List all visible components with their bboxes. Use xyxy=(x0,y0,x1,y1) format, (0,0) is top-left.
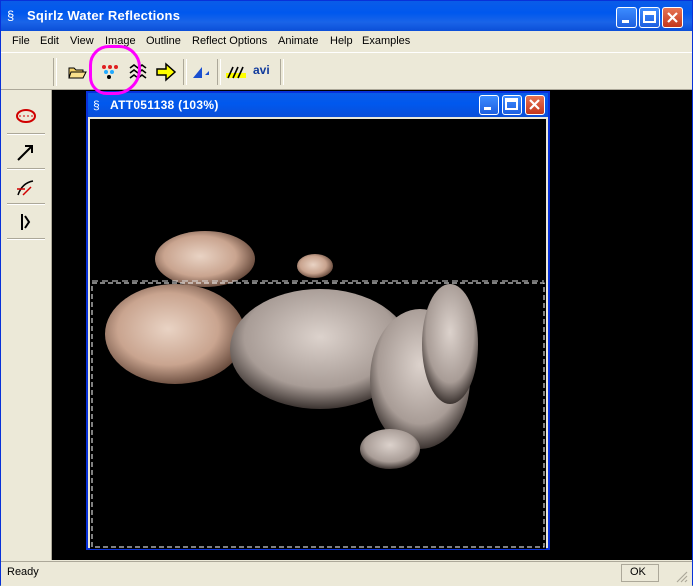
close-icon xyxy=(667,12,678,23)
ellipse-outline-icon xyxy=(16,109,36,123)
maximize-icon xyxy=(643,11,656,23)
image-maximize-button[interactable] xyxy=(502,95,522,115)
image-close-button[interactable] xyxy=(525,95,545,115)
toolbar-grip xyxy=(53,58,57,86)
sidebar-separator xyxy=(7,168,45,170)
menu-examples[interactable]: Examples xyxy=(362,35,410,47)
arrow-tool-icon xyxy=(17,145,33,161)
perspective-button[interactable] xyxy=(191,61,213,83)
menu-outline[interactable]: Outline xyxy=(146,35,181,47)
toolbar-separator xyxy=(217,59,221,85)
image-minimize-button[interactable] xyxy=(479,95,499,115)
main-window: § Sqirlz Water Reflections File Edit Vie… xyxy=(0,0,693,586)
close-button[interactable] xyxy=(662,7,683,28)
triangle-icon xyxy=(193,67,209,78)
forward-button[interactable] xyxy=(155,61,177,83)
stripes-button[interactable] xyxy=(225,61,247,83)
image-window: § ATT051138 (103%) xyxy=(86,91,550,550)
minimize-icon xyxy=(484,107,491,110)
curve-tool-icon xyxy=(17,180,34,196)
menu-help[interactable]: Help xyxy=(330,35,353,47)
tool-sidebar xyxy=(1,90,52,560)
avi-button[interactable]: avi xyxy=(253,63,270,77)
sidebar-separator xyxy=(7,133,45,135)
stripes-icon xyxy=(226,66,246,79)
title-bar[interactable]: § Sqirlz Water Reflections xyxy=(1,1,692,31)
split-tool-icon xyxy=(21,214,31,230)
maximize-button[interactable] xyxy=(639,7,660,28)
arrow-right-icon xyxy=(156,62,177,82)
menu-animate[interactable]: Animate xyxy=(278,35,318,47)
status-text: Ready xyxy=(7,566,39,578)
split-tool[interactable] xyxy=(9,206,43,238)
sidebar-separator xyxy=(7,203,45,205)
status-ok: OK xyxy=(630,566,646,578)
arrow-tool[interactable] xyxy=(9,136,43,168)
menu-reflect-options[interactable]: Reflect Options xyxy=(192,35,267,47)
image-window-title: ATT051138 (103%) xyxy=(110,98,219,112)
ellipse-tool[interactable] xyxy=(9,100,43,132)
image-canvas[interactable] xyxy=(90,119,546,549)
app-icon: § xyxy=(93,98,100,112)
sidebar-separator xyxy=(7,238,45,240)
toolbar-separator xyxy=(280,59,284,85)
minimize-icon xyxy=(622,20,629,23)
status-bar: Ready OK xyxy=(1,561,692,586)
menu-view[interactable]: View xyxy=(70,35,94,47)
window-title: Sqirlz Water Reflections xyxy=(27,8,181,23)
resize-grip-icon[interactable] xyxy=(676,571,688,583)
maximize-icon xyxy=(505,98,518,110)
open-folder-icon xyxy=(68,67,87,79)
photo-preview xyxy=(90,119,546,549)
minimize-button[interactable] xyxy=(616,7,637,28)
close-icon xyxy=(529,99,540,110)
highlight-annotation xyxy=(89,45,141,95)
open-button[interactable] xyxy=(66,61,88,83)
image-window-title-bar[interactable]: § ATT051138 (103%) xyxy=(88,93,548,117)
toolbar-separator xyxy=(183,59,187,85)
menu-file[interactable]: File xyxy=(12,35,30,47)
curve-tool[interactable] xyxy=(9,171,43,203)
app-icon: § xyxy=(7,8,15,23)
menu-edit[interactable]: Edit xyxy=(40,35,59,47)
